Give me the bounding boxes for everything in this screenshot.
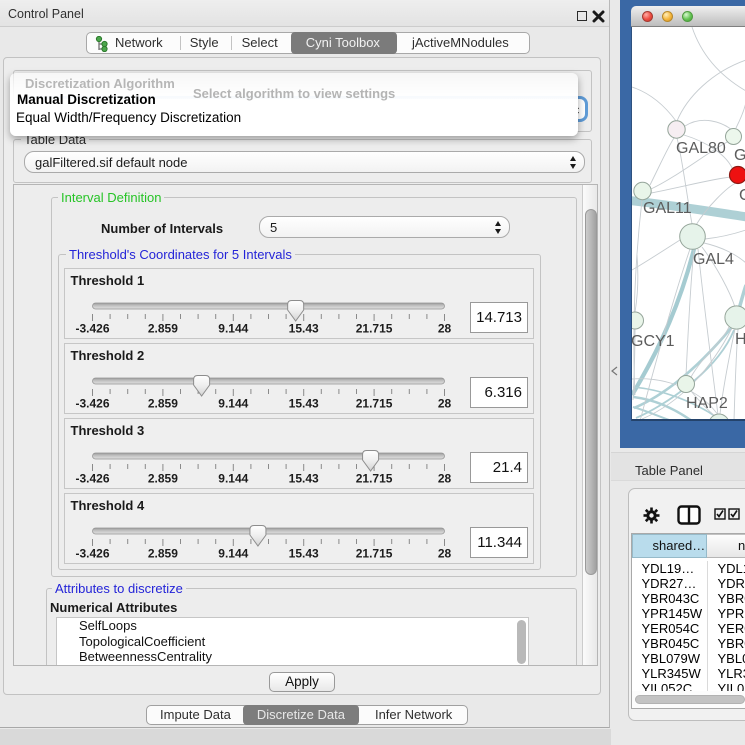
svg-text:21.715: 21.715 — [355, 547, 392, 561]
svg-text:9.144: 9.144 — [218, 322, 248, 336]
svg-text:15.43: 15.43 — [288, 472, 318, 486]
svg-text:GAL80: GAL80 — [676, 140, 726, 157]
svg-text:HAP2: HAP2 — [686, 395, 728, 412]
svg-text:-3.426: -3.426 — [75, 397, 109, 411]
svg-text:-3.426: -3.426 — [75, 547, 109, 561]
svg-text:9.144: 9.144 — [218, 397, 248, 411]
svg-text:28: 28 — [437, 547, 451, 561]
svg-text:15.43: 15.43 — [288, 322, 318, 336]
svg-text:2.859: 2.859 — [147, 397, 177, 411]
svg-text:2.859: 2.859 — [147, 322, 177, 336]
svg-text:15.43: 15.43 — [288, 547, 318, 561]
svg-text:15.43: 15.43 — [288, 397, 318, 411]
svg-text:GAL4: GAL4 — [693, 251, 734, 268]
svg-text:-3.426: -3.426 — [75, 472, 109, 486]
svg-text:2.859: 2.859 — [147, 472, 177, 486]
svg-text:28: 28 — [437, 397, 451, 411]
svg-text:GA: GA — [734, 147, 745, 164]
svg-text:28: 28 — [437, 322, 451, 336]
svg-text:28: 28 — [437, 472, 451, 486]
svg-text:21.715: 21.715 — [355, 397, 392, 411]
svg-text:2.859: 2.859 — [147, 547, 177, 561]
svg-text:C: C — [739, 187, 745, 204]
svg-text:9.144: 9.144 — [218, 472, 248, 486]
svg-text:9.144: 9.144 — [218, 547, 248, 561]
svg-text:21.715: 21.715 — [355, 472, 392, 486]
svg-text:-3.426: -3.426 — [75, 322, 109, 336]
svg-text:GAL11: GAL11 — [643, 200, 692, 217]
svg-text:21.715: 21.715 — [355, 322, 392, 336]
svg-text:H: H — [735, 331, 745, 348]
svg-text:GCY1: GCY1 — [632, 333, 675, 350]
